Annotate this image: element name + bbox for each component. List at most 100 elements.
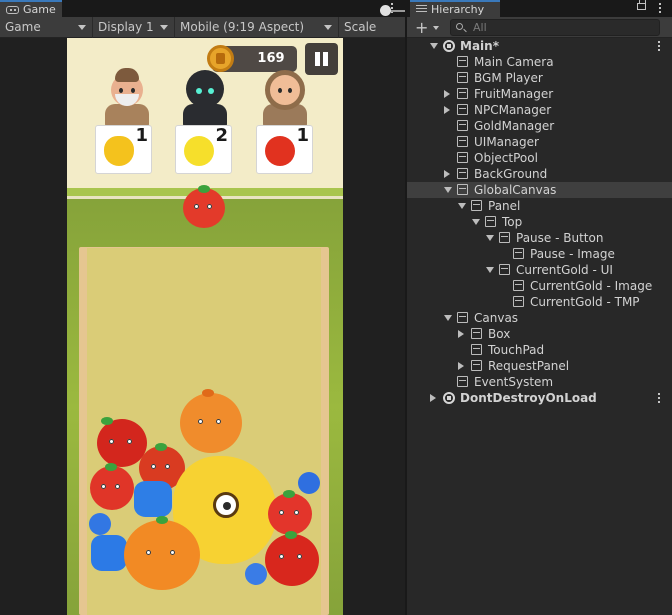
hierarchy-item[interactable]: GlobalCanvas	[407, 182, 672, 198]
add-object-button[interactable]: +	[411, 19, 441, 36]
tomato-icon	[265, 136, 295, 166]
hierarchy-item-label: CurrentGold - TMP	[530, 295, 640, 309]
chevron-down-icon[interactable]	[444, 187, 452, 193]
game-mode-dropdown[interactable]: Game	[0, 16, 93, 38]
request-card: 1	[95, 125, 152, 174]
hierarchy-item[interactable]: FruitManager	[407, 86, 672, 102]
hierarchy-item[interactable]: Box	[407, 326, 672, 342]
chevron-right-icon[interactable]	[444, 90, 450, 98]
hierarchy-item[interactable]: GoldManager	[407, 118, 672, 134]
game-viewport[interactable]: 169 1 2 1	[67, 38, 343, 615]
fruit-blueberry-star	[134, 481, 172, 517]
hierarchy-item-label: GlobalCanvas	[474, 183, 557, 197]
game-window: Game Game Display 1 Mobile (9:19 Aspect)…	[0, 0, 405, 615]
hierarchy-window: Hierarchy + Main* Main Camera BGM Player Fr…	[405, 0, 672, 615]
chevron-down-icon[interactable]	[430, 43, 438, 49]
chevron-right-icon[interactable]	[444, 106, 450, 114]
hierarchy-item-label: BGM Player	[474, 71, 543, 85]
hierarchy-item-label: DontDestroyOnLoad	[460, 391, 597, 405]
gameobject-icon	[513, 248, 524, 259]
hierarchy-item[interactable]: Pause - Image	[407, 246, 672, 262]
gameobject-icon	[457, 56, 468, 67]
gameobject-icon	[457, 88, 468, 99]
chevron-down-icon[interactable]	[472, 219, 480, 225]
chevron-right-icon[interactable]	[458, 362, 464, 370]
hierarchy-item[interactable]: UIManager	[407, 134, 672, 150]
gameobject-icon	[471, 328, 482, 339]
chevron-right-icon[interactable]	[444, 170, 450, 178]
hierarchy-item-label: TouchPad	[488, 343, 545, 357]
hierarchy-item[interactable]: CurrentGold - TMP	[407, 294, 672, 310]
chevron-down-icon[interactable]	[486, 235, 494, 241]
hierarchy-item[interactable]: EventSystem	[407, 374, 672, 390]
hierarchy-item[interactable]: Main Camera	[407, 54, 672, 70]
chevron-down-icon[interactable]	[444, 315, 452, 321]
hierarchy-item[interactable]: Pause - Button	[407, 230, 672, 246]
gameobject-icon	[471, 360, 482, 371]
hierarchy-item[interactable]: Panel	[407, 198, 672, 214]
scale-slider-handle[interactable]	[380, 5, 391, 16]
hierarchy-tabbar: Hierarchy	[407, 0, 672, 17]
fruit-strawberry	[268, 490, 312, 535]
display-label: Display 1	[98, 20, 154, 34]
fruit-tomato	[265, 531, 319, 586]
npc-bearded-man	[97, 68, 157, 126]
gameobject-icon	[499, 264, 510, 275]
yellow-pepper-icon	[104, 136, 134, 166]
scene-more-icon[interactable]	[658, 41, 662, 51]
gameobject-icon	[499, 232, 510, 243]
scale-label: Scale	[344, 20, 377, 34]
chevron-down-icon[interactable]	[458, 203, 466, 209]
tab-game[interactable]: Game	[0, 0, 62, 17]
scene-more-icon[interactable]	[658, 393, 662, 403]
list-icon	[416, 5, 427, 14]
hierarchy-item[interactable]: TouchPad	[407, 342, 672, 358]
fruit-blueberry-star	[91, 535, 127, 571]
request-card: 2	[175, 125, 232, 174]
fruit-blueberry	[245, 563, 267, 585]
hierarchy-item-label: Pause - Image	[530, 247, 615, 261]
hierarchy-item[interactable]: ObjectPool	[407, 150, 672, 166]
hierarchy-item-label: RequestPanel	[488, 359, 570, 373]
lock-icon[interactable]	[637, 0, 646, 10]
fruit-strawberry	[90, 463, 134, 510]
gameobject-icon	[457, 152, 468, 163]
hierarchy-item[interactable]: CurrentGold - UI	[407, 262, 672, 278]
hierarchy-item[interactable]: BGM Player	[407, 70, 672, 86]
hierarchy-item-label: Box	[488, 327, 511, 341]
display-dropdown[interactable]: Display 1	[93, 16, 175, 38]
chevron-right-icon[interactable]	[430, 394, 436, 402]
hierarchy-item-label: Canvas	[474, 311, 519, 325]
scene-row[interactable]: DontDestroyOnLoad	[407, 390, 672, 406]
game-toolbar: Game Display 1 Mobile (9:19 Aspect) Scal…	[0, 16, 405, 38]
gameobject-icon	[457, 312, 468, 323]
hierarchy-item[interactable]: BackGround	[407, 166, 672, 182]
hierarchy-item[interactable]: RequestPanel	[407, 358, 672, 374]
hierarchy-item[interactable]: CurrentGold - Image	[407, 278, 672, 294]
aspect-dropdown[interactable]: Mobile (9:19 Aspect)	[175, 16, 339, 38]
npc-hooded-robot	[175, 68, 235, 126]
gameobject-icon	[457, 376, 468, 387]
gameobject-icon	[485, 216, 496, 227]
hierarchy-item[interactable]: Top	[407, 214, 672, 230]
gameobject-icon	[471, 200, 482, 211]
aspect-label: Mobile (9:19 Aspect)	[180, 20, 305, 34]
tab-hierarchy[interactable]: Hierarchy	[410, 0, 500, 17]
hierarchy-item-label: FruitManager	[474, 87, 554, 101]
chevron-right-icon[interactable]	[458, 330, 464, 338]
request-count: 1	[135, 125, 148, 146]
hierarchy-item[interactable]: Canvas	[407, 310, 672, 326]
hierarchy-search[interactable]	[450, 19, 660, 36]
chevron-down-icon	[433, 25, 440, 30]
scale-control: Scale	[339, 17, 405, 38]
hierarchy-item[interactable]: NPCManager	[407, 102, 672, 118]
gameobject-icon	[457, 136, 468, 147]
hierarchy-more-icon[interactable]	[659, 3, 663, 13]
scene-row[interactable]: Main*	[407, 38, 672, 54]
hierarchy-item-label: Main*	[460, 39, 499, 53]
chevron-down-icon[interactable]	[486, 267, 494, 273]
search-input[interactable]	[473, 20, 653, 35]
gameobject-icon	[471, 344, 482, 355]
gameobject-icon	[513, 280, 524, 291]
gameobject-icon	[457, 104, 468, 115]
